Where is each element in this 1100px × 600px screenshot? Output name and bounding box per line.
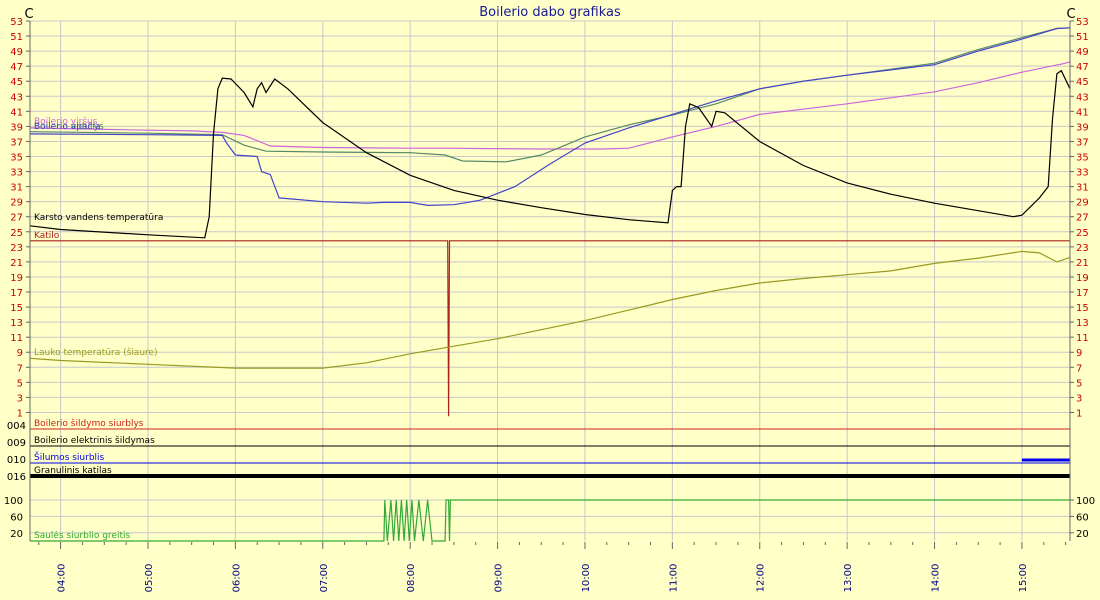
pump-tick-label-left: 60 — [10, 512, 23, 523]
series-label-3: Karsto vandens temperatūra — [34, 213, 163, 223]
status-code-1: 009 — [7, 438, 26, 449]
pump-tick-label-right: 20 — [1076, 529, 1089, 540]
temp-tick-label-right: 17 — [1076, 288, 1089, 299]
time-tick-label: 13:00 — [843, 564, 854, 593]
temp-tick-label-right: 29 — [1076, 198, 1089, 209]
temp-tick-label-right: 15 — [1076, 303, 1089, 314]
temp-tick-label-left: 35 — [10, 153, 23, 164]
temp-tick-label-left: 13 — [10, 318, 23, 329]
status-label-3: Granulinis katilas — [34, 466, 112, 476]
temp-tick-label-right: 13 — [1076, 318, 1089, 329]
temp-tick-label-left: 23 — [10, 243, 23, 254]
panels — [30, 428, 1070, 478]
temp-tick-label-left: 33 — [10, 168, 23, 179]
time-tick-label: 07:00 — [319, 564, 330, 593]
temp-tick-label-left: 19 — [10, 273, 23, 284]
temp-tick-label-left: 25 — [10, 228, 23, 239]
temp-tick-label-left: 15 — [10, 303, 23, 314]
temp-tick-label-right: 21 — [1076, 258, 1089, 269]
temp-tick-label-right: 39 — [1076, 122, 1089, 133]
temp-tick-label-left: 53 — [10, 17, 23, 28]
temp-tick-label-left: 21 — [10, 258, 23, 269]
temp-tick-label-right: 33 — [1076, 168, 1089, 179]
time-tick-label: 14:00 — [931, 564, 942, 593]
status-label-1: Boilerio elektrinis šildymas — [34, 435, 155, 446]
series-line-0 — [29, 61, 1071, 150]
time-tick-label: 15:00 — [1018, 564, 1029, 593]
boiler-chart: Boilerio dabo grafikas C C Boilerio virš… — [4, 5, 1095, 592]
temp-tick-label-left: 39 — [10, 122, 23, 133]
temp-tick-label-right: 51 — [1076, 32, 1089, 43]
series-label-5: Lauko temperatūra (šiaure) — [34, 347, 158, 358]
temp-tick-label-left: 3 — [17, 393, 23, 404]
series-layer — [29, 27, 1071, 542]
temp-tick-label-right: 5 — [1076, 378, 1082, 389]
time-tick-label: 12:00 — [756, 564, 767, 593]
status-code-0: 004 — [7, 421, 26, 432]
temp-tick-label-right: 31 — [1076, 183, 1089, 194]
temp-tick-label-right: 9 — [1076, 348, 1082, 359]
time-tick-label: 05:00 — [144, 564, 155, 593]
temp-tick-label-left: 43 — [10, 92, 23, 103]
temp-tick-label-right: 3 — [1076, 393, 1082, 404]
temp-tick-label-left: 45 — [10, 77, 23, 88]
temp-tick-label-right: 47 — [1076, 62, 1089, 73]
temp-tick-label-left: 27 — [10, 213, 23, 224]
temp-tick-label-left: 1 — [17, 408, 23, 419]
temp-tick-label-left: 31 — [10, 183, 23, 194]
temp-tick-label-right: 37 — [1076, 137, 1089, 148]
chart-title: Boilerio dabo grafikas — [479, 5, 621, 20]
temp-tick-label-right: 43 — [1076, 92, 1089, 103]
pump-speed-label: Saulės siurblio greitis — [34, 531, 130, 541]
series-line-5 — [29, 250, 1071, 369]
temp-tick-label-left: 51 — [10, 32, 23, 43]
temp-tick-label-right: 27 — [1076, 213, 1089, 224]
pump-speed-line — [30, 499, 1070, 542]
temp-tick-label-right: 1 — [1076, 408, 1082, 419]
pump-tick-label-left: 20 — [10, 529, 23, 540]
status-code-2: 010 — [7, 455, 26, 466]
temp-tick-label-left: 9 — [17, 348, 23, 359]
time-tick-label: 06:00 — [231, 564, 242, 593]
series-label-2: Boilerio apačia — [34, 121, 101, 132]
temp-tick-label-right: 49 — [1076, 47, 1089, 58]
temp-tick-label-left: 29 — [10, 198, 23, 209]
axes-layer: 1 13 35 57 79 911 1113 1315 1517 1719 1921 2123 2325… — [4, 17, 1095, 592]
time-tick-label: 09:00 — [494, 564, 505, 593]
left-unit-label: C — [24, 7, 33, 22]
series-label-4: Katilo — [34, 231, 60, 241]
pump-tick-label-right: 60 — [1076, 512, 1089, 523]
temp-tick-label-right: 35 — [1076, 153, 1089, 164]
status-code-3: 016 — [7, 472, 26, 483]
temp-tick-label-left: 41 — [10, 107, 23, 118]
temp-tick-label-right: 23 — [1076, 243, 1089, 254]
temp-tick-label-right: 7 — [1076, 363, 1082, 374]
status-label-0: Boilerio šildymo siurblys — [34, 418, 144, 429]
pump-tick-label-left: 100 — [4, 496, 23, 507]
status-label-2: Šilumos siurblis — [34, 451, 105, 463]
temp-tick-label-right: 19 — [1076, 273, 1089, 284]
temp-tick-label-left: 7 — [17, 363, 23, 374]
series-line-3 — [29, 69, 1071, 239]
time-tick-label: 11:00 — [668, 564, 679, 593]
temp-tick-label-right: 25 — [1076, 228, 1089, 239]
time-tick-label: 08:00 — [406, 564, 417, 593]
temp-tick-label-left: 37 — [10, 137, 23, 148]
temp-tick-label-right: 45 — [1076, 77, 1089, 88]
pump-tick-label-right: 100 — [1076, 496, 1095, 507]
temp-tick-label-left: 47 — [10, 62, 23, 73]
series-line-2 — [29, 27, 1071, 207]
time-tick-label: 04:00 — [57, 564, 68, 593]
time-tick-label: 10:00 — [581, 564, 592, 593]
temp-tick-label-left: 17 — [10, 288, 23, 299]
temp-tick-label-left: 49 — [10, 47, 23, 58]
right-unit-label: C — [1066, 7, 1075, 22]
temp-tick-label-right: 53 — [1076, 17, 1089, 28]
temp-tick-label-right: 11 — [1076, 333, 1089, 344]
temp-tick-label-left: 11 — [10, 333, 23, 344]
temp-tick-label-left: 5 — [17, 378, 23, 389]
temp-tick-label-right: 41 — [1076, 107, 1089, 118]
